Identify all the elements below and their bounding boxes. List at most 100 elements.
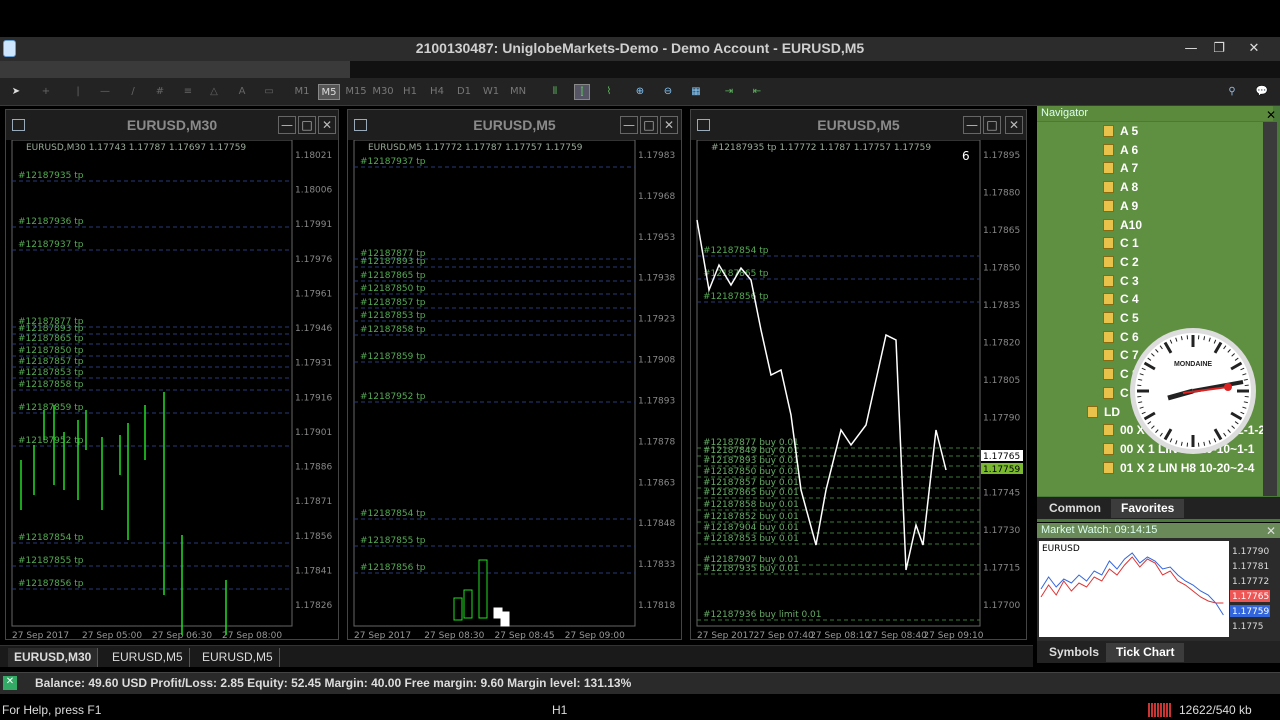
close-button[interactable]: ✕ [1005, 116, 1023, 134]
chart-window-eurusd-m5-a[interactable]: EURUSD,M5 — □ ✕ EURUSD,M5 1.17772 1.1778… [347, 109, 682, 640]
tab-symbols[interactable]: Symbols [1039, 643, 1109, 662]
cursor-icon[interactable]: ➤ [8, 84, 24, 100]
fibonacci-icon[interactable]: ≡ [180, 84, 196, 100]
order-label[interactable]: #12187857 buy 0.01 [703, 478, 799, 488]
order-label[interactable]: #12187859 tp [360, 352, 426, 362]
order-label[interactable]: #12187858 tp [18, 380, 84, 390]
chat-icon[interactable]: 💬 [1254, 84, 1270, 100]
order-label[interactable]: #12187865 tp [360, 271, 426, 281]
navigator-item[interactable]: A 9 [1103, 199, 1138, 217]
tab-eurusd-m5[interactable]: EURUSD,M5 [196, 648, 280, 667]
toggle-terminal-icon[interactable]: ✕ [3, 676, 17, 690]
order-label[interactable]: #12187850 buy 0.01 [703, 467, 799, 477]
timeframe-m5-button[interactable]: M5 [318, 84, 340, 100]
tick-chart[interactable]: EURUSD 1.17790 1.17781 1.17772 1.17765 1.1775… [1037, 541, 1280, 641]
close-button[interactable]: ✕ [318, 116, 336, 134]
navigator-item[interactable]: A10 [1103, 218, 1142, 236]
order-label[interactable]: #12187952 tp [360, 392, 426, 402]
horizontal-line-icon[interactable]: — [97, 84, 113, 100]
tab-favorites[interactable]: Favorites [1111, 499, 1185, 518]
timeframe-m15-button[interactable]: M15 [345, 84, 367, 100]
order-label[interactable]: #12187849 buy 0.01 [703, 446, 799, 456]
close-button[interactable]: ✕ [660, 116, 678, 134]
order-label[interactable]: #12187865 buy 0.01 [703, 488, 799, 498]
order-label[interactable]: #12187856 tp [360, 563, 426, 573]
timeframe-m30-button[interactable]: M30 [372, 84, 394, 100]
tile-windows-icon[interactable]: ▦ [688, 84, 704, 100]
order-label[interactable]: #12187952 tp [18, 436, 84, 446]
maximize-button[interactable]: □ [298, 116, 316, 134]
order-label[interactable]: #12187857 tp [360, 298, 426, 308]
order-label[interactable]: #12187936 buy limit 0.01 [703, 610, 822, 620]
tab-common[interactable]: Common [1039, 499, 1111, 518]
navigator-scrollbar[interactable] [1263, 122, 1277, 496]
order-label[interactable]: #12187937 tp [360, 157, 426, 167]
maximize-button[interactable]: □ [640, 116, 658, 134]
order-label[interactable]: #12187859 tp [18, 403, 84, 413]
maximize-button[interactable]: □ [983, 116, 1001, 134]
chart-canvas[interactable]: #12187935 tp 1.17772 1.1787 1.17757 1.17… [691, 140, 1026, 640]
navigator-item[interactable]: C 3 [1103, 274, 1139, 292]
order-label[interactable]: #12187856 tp [18, 579, 84, 589]
order-label[interactable]: #12187857 tp [18, 357, 84, 367]
navigator-item[interactable]: A 7 [1103, 161, 1138, 179]
chart-canvas[interactable]: EURUSD,M30 1.17743 1.17787 1.17697 1.177… [6, 140, 338, 640]
minimize-button[interactable]: — [963, 116, 981, 134]
label-icon[interactable]: ▭ [261, 84, 277, 100]
restore-button[interactable]: ❐ [1209, 40, 1229, 57]
order-label[interactable]: #12187935 buy 0.01 [703, 564, 799, 574]
shapes-icon[interactable]: △ [206, 84, 222, 100]
candlestick-icon[interactable]: ⫿ [574, 84, 590, 100]
trendline-icon[interactable]: / [125, 84, 141, 100]
navigator-item[interactable]: A 5 [1103, 124, 1138, 142]
chart-canvas[interactable]: EURUSD,M5 1.17772 1.17787 1.17757 1.1775… [348, 140, 681, 640]
autoscroll-icon[interactable]: ⇥ [721, 84, 737, 100]
line-chart-icon[interactable]: ⌇ [601, 84, 617, 100]
zoom-out-icon[interactable]: ⊖ [660, 84, 676, 100]
crosshair-icon[interactable]: + [38, 84, 54, 100]
navigator-item[interactable]: A 8 [1103, 180, 1138, 198]
order-label[interactable]: #12187856 tp [703, 292, 769, 302]
order-label[interactable]: #12187853 tp [360, 311, 426, 321]
vertical-line-icon[interactable]: | [70, 84, 86, 100]
order-label[interactable]: #12187850 tp [18, 346, 84, 356]
timeframe-h4-button[interactable]: H4 [426, 84, 448, 100]
order-label[interactable]: #12187852 buy 0.01 [703, 512, 799, 522]
chart-window-eurusd-m30[interactable]: EURUSD,M30 — □ ✕ EURUSD,M30 1.17743 1.17… [5, 109, 339, 640]
navigator-item[interactable]: C 2 [1103, 255, 1139, 273]
close-button[interactable]: ✕ [1244, 40, 1264, 57]
order-label[interactable]: #12187893 tp [360, 257, 426, 267]
order-label[interactable]: #12187853 buy 0.01 [703, 534, 799, 544]
minimize-button[interactable]: — [620, 116, 638, 134]
chart-window-eurusd-m5-b[interactable]: EURUSD,M5 — □ ✕ #12187935 tp 1.17772 1.1… [690, 109, 1027, 640]
navigator-item[interactable]: 01 X 2 LIN H8 10-20~2-4 [1103, 461, 1254, 479]
order-label[interactable]: #12187937 tp [18, 240, 84, 250]
text-icon[interactable]: A [234, 84, 250, 100]
order-label[interactable]: #12187855 tp [360, 536, 426, 546]
bar-chart-icon[interactable]: ⫴ [547, 84, 563, 100]
navigator-item[interactable]: C 4 [1103, 292, 1139, 310]
order-label[interactable]: #12187865 tp [18, 334, 84, 344]
search-icon[interactable]: ⚲ [1224, 84, 1240, 100]
order-label[interactable]: #12187854 tp [360, 509, 426, 519]
minimize-button[interactable]: — [1181, 40, 1201, 57]
close-icon[interactable]: ✕ [1266, 524, 1276, 538]
order-label[interactable]: #12187904 buy 0.01 [703, 523, 799, 533]
tab-tick-chart[interactable]: Tick Chart [1106, 643, 1185, 662]
order-label[interactable]: #12187893 tp [18, 324, 84, 334]
timeframe-w1-button[interactable]: W1 [480, 84, 502, 100]
navigator-item[interactable]: A 6 [1103, 143, 1138, 161]
tab-eurusd-m5[interactable]: EURUSD,M5 [106, 648, 190, 667]
timeframe-mn-button[interactable]: MN [507, 84, 529, 100]
order-label[interactable]: #12187854 tp [703, 246, 769, 256]
order-label[interactable]: #12187935 tp [18, 171, 84, 181]
order-label[interactable]: #12187858 tp [360, 325, 426, 335]
chart-shift-icon[interactable]: ⇤ [749, 84, 765, 100]
navigator-item[interactable]: LD [1087, 405, 1120, 423]
order-label[interactable]: #12187858 buy 0.01 [703, 500, 799, 510]
order-label[interactable]: #12187853 tp [18, 368, 84, 378]
timeframe-m1-button[interactable]: M1 [291, 84, 313, 100]
close-icon[interactable]: ✕ [1266, 108, 1276, 122]
zoom-in-icon[interactable]: ⊕ [632, 84, 648, 100]
timeframe-d1-button[interactable]: D1 [453, 84, 475, 100]
